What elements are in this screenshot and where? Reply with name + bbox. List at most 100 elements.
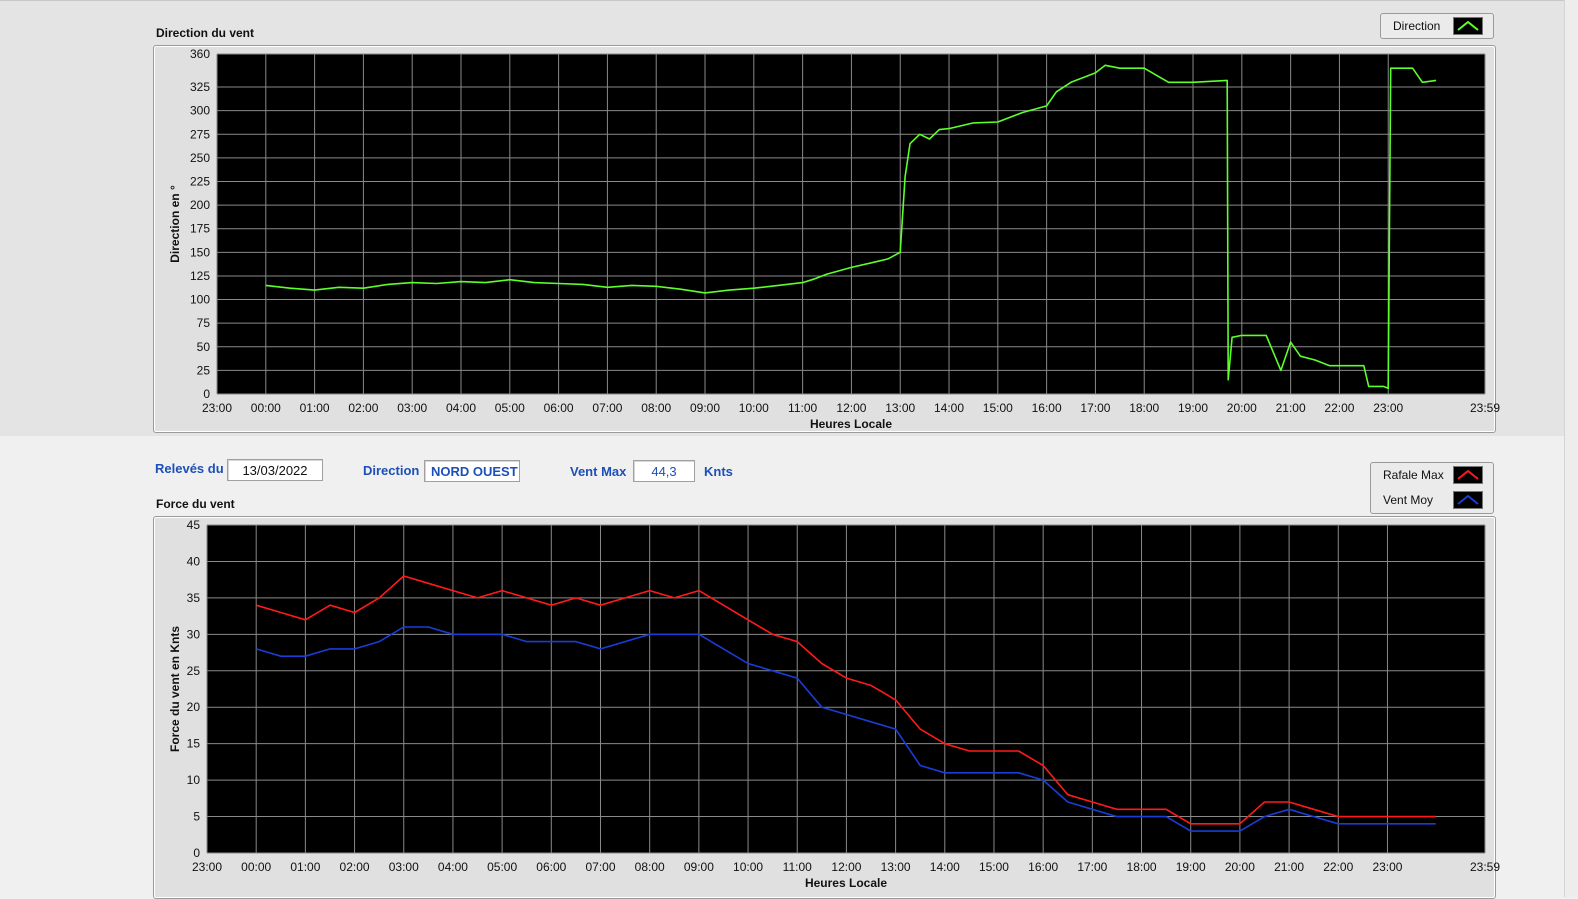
direction-x-tick-label: 16:00 xyxy=(1032,401,1062,415)
direction-y-tick-label: 0 xyxy=(203,387,210,401)
force-x-tick-label: 15:00 xyxy=(979,860,1009,874)
direction-x-tick-label: 22:00 xyxy=(1324,401,1354,415)
direction-x-tick-label: 10:00 xyxy=(739,401,769,415)
direction-chart-title: Direction du vent xyxy=(156,26,255,40)
direction-x-tick-label: 03:00 xyxy=(397,401,427,415)
force-x-tick-label: 23:59 xyxy=(1470,860,1500,874)
force-x-tick-label: 20:00 xyxy=(1225,860,1255,874)
vent-max-field[interactable]: 44,3 xyxy=(633,460,695,482)
force-x-tick-label: 08:00 xyxy=(635,860,665,874)
direction-y-tick-label: 50 xyxy=(197,340,211,354)
force-y-tick-label: 25 xyxy=(187,664,201,678)
date-field[interactable]: 13/03/2022 xyxy=(227,459,323,481)
direction-y-tick-label: 300 xyxy=(190,104,210,118)
direction-x-tick-label: 18:00 xyxy=(1129,401,1159,415)
force-x-tick-label: 21:00 xyxy=(1274,860,1304,874)
force-x-tick-label: 22:00 xyxy=(1323,860,1353,874)
force-x-axis-label: Heures Locale xyxy=(805,876,887,890)
force-x-tick-label: 23:00 xyxy=(1372,860,1402,874)
direction-y-tick-label: 200 xyxy=(190,198,210,212)
force-chart-frame: 23:00 00:00 01:00 02:00 03:00 04:00 05:00 06:00… xyxy=(153,516,1500,899)
direction-x-tick-label: 23:00 xyxy=(202,401,232,415)
direction-y-tick-label: 75 xyxy=(197,316,211,330)
force-y-tick-label: 20 xyxy=(187,700,201,714)
vent-moy-swatch xyxy=(1453,491,1483,509)
direction-x-tick-label: 09:00 xyxy=(690,401,720,415)
direction-x-tick-label: 01:00 xyxy=(300,401,330,415)
direction-y-tick-label: 325 xyxy=(190,80,210,94)
force-x-tick-label: 16:00 xyxy=(1028,860,1058,874)
vent-moy-label: Vent Moy xyxy=(1383,493,1434,507)
direction-x-tick-label: 06:00 xyxy=(544,401,574,415)
rafale-max-label: Rafale Max xyxy=(1383,468,1444,482)
releves-label: Relevés du xyxy=(155,461,224,476)
legend-item-rafale-max[interactable]: Rafale Max xyxy=(1371,463,1493,487)
direction-y-axis-label: Direction en ° xyxy=(168,185,182,263)
direction-x-tick-label: 14:00 xyxy=(934,401,964,415)
direction-label: Direction xyxy=(363,463,420,478)
force-x-tick-label: 02:00 xyxy=(340,860,370,874)
force-x-tick-label: 09:00 xyxy=(684,860,714,874)
direction-x-tick-label: 23:00 xyxy=(1373,401,1403,415)
force-y-tick-label: 15 xyxy=(187,737,201,751)
direction-x-tick-label: 17:00 xyxy=(1080,401,1110,415)
direction-y-tick-label: 250 xyxy=(190,151,210,165)
direction-legend-label: Direction xyxy=(1393,19,1441,33)
direction-x-tick-label: 11:00 xyxy=(788,401,817,415)
force-chart: 23:00 00:00 01:00 02:00 03:00 04:00 05:00 06:00… xyxy=(168,518,1500,890)
direction-x-tick-label: 05:00 xyxy=(495,401,525,415)
direction-x-tick-label: 08:00 xyxy=(641,401,671,415)
force-x-tick-label: 14:00 xyxy=(930,860,960,874)
force-x-tick-label: 07:00 xyxy=(585,860,615,874)
rafale-max-swatch xyxy=(1453,466,1483,484)
force-x-tick-label: 17:00 xyxy=(1077,860,1107,874)
force-x-tick-label: 03:00 xyxy=(389,860,419,874)
force-y-tick-label: 40 xyxy=(187,554,201,568)
direction-y-tick-label: 100 xyxy=(190,293,210,307)
legend-item-vent-moy[interactable]: Vent Moy xyxy=(1371,488,1493,512)
force-x-tick-label: 12:00 xyxy=(831,860,861,874)
force-x-tick-label: 04:00 xyxy=(438,860,468,874)
direction-y-tick-label: 360 xyxy=(190,47,210,61)
force-y-tick-label: 5 xyxy=(193,810,200,824)
unit-label: Knts xyxy=(704,464,733,479)
direction-x-tick-label: 12:00 xyxy=(836,401,866,415)
vent-max-label: Vent Max xyxy=(570,464,627,479)
direction-x-tick-label: 20:00 xyxy=(1227,401,1257,415)
force-legend[interactable]: Rafale Max Vent Moy xyxy=(1370,462,1494,514)
force-y-tick-label: 35 xyxy=(187,591,201,605)
direction-y-tick-label: 150 xyxy=(190,245,210,259)
direction-x-tick-label: 21:00 xyxy=(1276,401,1306,415)
force-y-tick-label: 45 xyxy=(187,518,201,532)
force-y-tick-label: 10 xyxy=(187,773,201,787)
force-x-tick-label: 19:00 xyxy=(1176,860,1206,874)
direction-y-tick-label: 175 xyxy=(190,222,210,236)
force-x-tick-label: 10:00 xyxy=(733,860,763,874)
direction-x-tick-label: 19:00 xyxy=(1178,401,1208,415)
force-y-tick-label: 30 xyxy=(187,627,201,641)
force-x-tick-label: 05:00 xyxy=(487,860,517,874)
direction-x-tick-label: 13:00 xyxy=(885,401,915,415)
direction-legend[interactable]: Direction xyxy=(1380,13,1494,39)
force-x-tick-label: 06:00 xyxy=(536,860,566,874)
force-x-tick-label: 18:00 xyxy=(1127,860,1157,874)
direction-legend-swatch xyxy=(1453,17,1483,35)
direction-y-tick-label: 225 xyxy=(190,175,210,189)
window-right-edge xyxy=(1564,0,1578,897)
force-chart-title: Force du vent xyxy=(156,497,235,511)
direction-x-tick-label: 23:59 xyxy=(1470,401,1500,415)
direction-y-tick-label: 25 xyxy=(197,363,211,377)
force-x-tick-label: 13:00 xyxy=(881,860,911,874)
force-x-tick-label: 00:00 xyxy=(241,860,271,874)
direction-field[interactable]: NORD OUEST xyxy=(424,460,520,482)
direction-chart-frame: 23:00 00:00 01:00 02:00 03:00 04:00 05:00 06:00… xyxy=(153,45,1500,433)
direction-x-axis-label: Heures Locale xyxy=(810,417,892,431)
direction-y-tick-label: 125 xyxy=(190,269,210,283)
direction-chart: 23:00 00:00 01:00 02:00 03:00 04:00 05:00 06:00… xyxy=(168,47,1500,431)
force-x-tick-label: 23:00 xyxy=(192,860,222,874)
direction-x-tick-label: 00:00 xyxy=(251,401,281,415)
direction-x-tick-label: 02:00 xyxy=(348,401,378,415)
force-x-tick-label: 11:00 xyxy=(783,860,812,874)
direction-x-tick-label: 07:00 xyxy=(592,401,622,415)
force-y-axis-label: Force du vent en Knts xyxy=(168,626,182,752)
